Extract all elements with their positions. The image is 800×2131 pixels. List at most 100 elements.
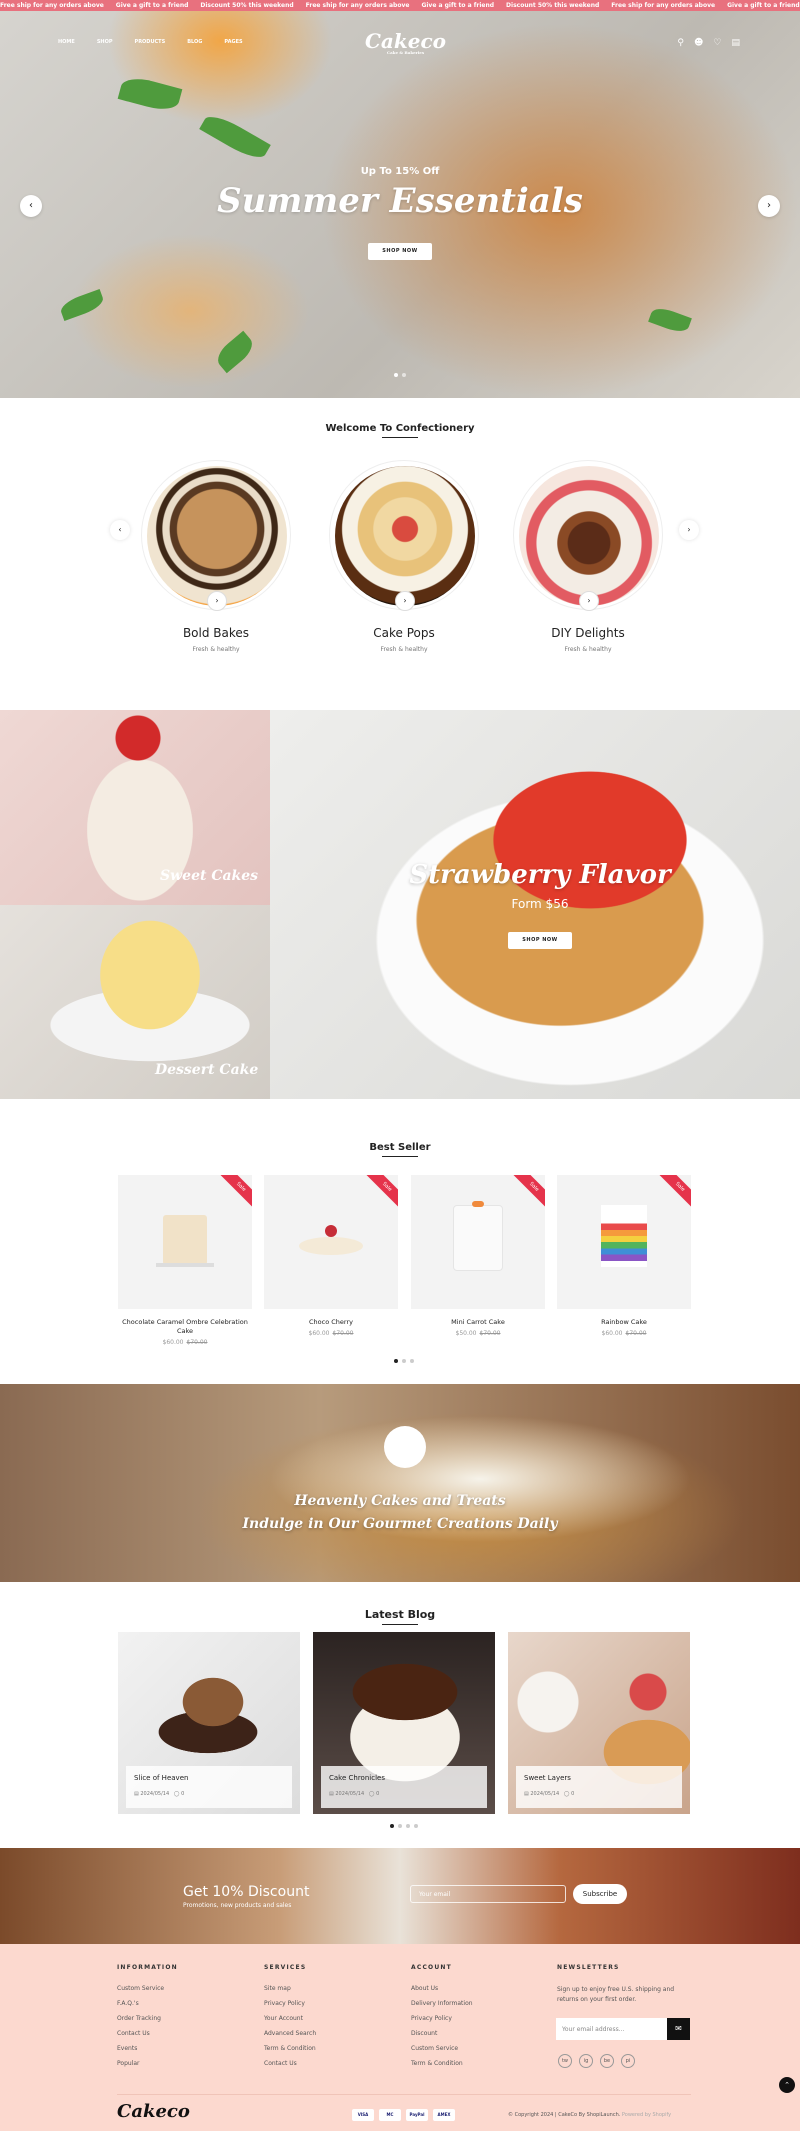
product-name[interactable]: Rainbow Cake <box>557 1318 691 1327</box>
back-to-top-button[interactable]: ⌃ <box>779 2077 795 2093</box>
pagination-dot[interactable] <box>390 1824 394 1828</box>
blog-meta: ▤ 2024/05/14 ◯ 0 <box>134 1791 185 1797</box>
pagination-dot[interactable] <box>410 1359 414 1363</box>
banner-shop-now-button[interactable]: SHOP NOW <box>508 932 572 949</box>
old-price: $70.00 <box>332 1330 354 1337</box>
blog-post-title[interactable]: Cake Chronicles <box>329 1774 479 1782</box>
category-arrow-button[interactable]: › <box>579 591 599 611</box>
category-subtitle: Fresh & healthy <box>380 646 428 653</box>
footer-link[interactable]: Site map <box>264 1985 316 1992</box>
footer-link[interactable]: Your Account <box>264 2015 316 2022</box>
discount-email-input[interactable] <box>410 1885 566 1903</box>
blog-meta: ▤ 2024/05/14 ◯ 0 <box>524 1791 575 1797</box>
footer-link[interactable]: Events <box>117 2045 178 2052</box>
mastercard-icon: MC <box>379 2109 401 2121</box>
product-name[interactable]: Chocolate Caramel Ombre Celebration Cake <box>118 1318 252 1336</box>
footer-link[interactable]: About Us <box>411 1985 473 1992</box>
category-title: DIY Delights <box>551 626 625 640</box>
footer-link[interactable]: Privacy Policy <box>411 2015 473 2022</box>
category-image-ring: › <box>141 460 291 611</box>
footer-link[interactable]: Popular <box>117 2060 178 2067</box>
sale-badge: Sale <box>219 1175 252 1209</box>
blog-card[interactable]: Slice of Heaven ▤ 2024/05/14 ◯ 0 <box>118 1632 300 1814</box>
footer-link[interactable]: Custom Service <box>411 2045 473 2052</box>
search-icon[interactable]: ⚲ <box>677 38 684 48</box>
footer-link[interactable]: F.A.Q.'s <box>117 2000 178 2007</box>
pagination-dot[interactable] <box>398 1824 402 1828</box>
footer-heading: ACCOUNT <box>411 1964 452 1971</box>
product-card[interactable]: Sale Mini Carrot Cake $50.00 $70.00 <box>411 1175 545 1337</box>
pagination-dot[interactable] <box>406 1824 410 1828</box>
category-prev-arrow[interactable]: ‹ <box>110 520 130 540</box>
footer-link[interactable]: Term & Condition <box>264 2045 316 2052</box>
tiramisu-image <box>147 466 287 606</box>
blog-title: Latest Blog <box>0 1608 800 1625</box>
product-price: $60.00 $70.00 <box>557 1330 691 1337</box>
leaf-decor <box>117 73 183 115</box>
pagination-dot[interactable] <box>414 1824 418 1828</box>
category-item[interactable]: › Bold Bakes Fresh & healthy <box>141 460 291 653</box>
behance-icon[interactable]: be <box>600 2054 614 2068</box>
pagination-dot[interactable] <box>394 1359 398 1363</box>
leaf-decor <box>648 304 692 336</box>
footer-link[interactable]: Contact Us <box>264 2060 316 2067</box>
sale-price: $60.00 <box>308 1330 330 1337</box>
footer-link[interactable]: Contact Us <box>117 2030 178 2037</box>
product-card[interactable]: Sale Choco Cherry $60.00 $70.00 <box>264 1175 398 1337</box>
blog-post-title[interactable]: Sweet Layers <box>524 1774 674 1782</box>
twitter-icon[interactable]: tw <box>558 2054 572 2068</box>
product-card[interactable]: Sale Chocolate Caramel Ombre Celebration… <box>118 1175 252 1346</box>
footer-link[interactable]: Discount <box>411 2030 473 2037</box>
wishlist-icon[interactable]: ♡ <box>713 38 721 48</box>
footer-information: INFORMATION Custom Service F.A.Q.'s Orde… <box>117 1964 178 2075</box>
nav-pages[interactable]: PAGES <box>224 39 242 45</box>
footer-subscribe-button[interactable]: ✉ <box>667 2018 690 2040</box>
hero-dot[interactable] <box>402 373 406 377</box>
blog-post-title[interactable]: Slice of Heaven <box>134 1774 284 1782</box>
hero-shop-now-button[interactable]: SHOP NOW <box>368 243 432 260</box>
hero-prev-arrow[interactable]: ‹ <box>20 195 42 217</box>
footer-link[interactable]: Advanced Search <box>264 2030 316 2037</box>
blog-card[interactable]: Cake Chronicles ▤ 2024/05/14 ◯ 0 <box>313 1632 495 1814</box>
arrow-up-icon: ⌃ <box>784 2081 790 2089</box>
product-card[interactable]: Sale Rainbow Cake $60.00 $70.00 <box>557 1175 691 1337</box>
footer-link[interactable]: Order Tracking <box>117 2015 178 2022</box>
nav-products[interactable]: PRODUCTS <box>135 39 166 45</box>
footer-link[interactable]: Custom Service <box>117 1985 178 1992</box>
hero-next-arrow[interactable]: › <box>758 195 780 217</box>
sale-badge: Sale <box>658 1175 691 1209</box>
pagination-dot[interactable] <box>402 1359 406 1363</box>
pinterest-icon[interactable]: pi <box>621 2054 635 2068</box>
banner-sweet-cakes[interactable]: Sweet Cakes <box>0 710 270 905</box>
product-name[interactable]: Mini Carrot Cake <box>411 1318 545 1327</box>
sale-price: $50.00 <box>455 1330 477 1337</box>
nav-blog[interactable]: BLOG <box>187 39 202 45</box>
nav-home[interactable]: HOME <box>58 39 75 45</box>
subscribe-button[interactable]: Subscribe <box>573 1884 627 1904</box>
footer-heading: INFORMATION <box>117 1964 178 1971</box>
product-name[interactable]: Choco Cherry <box>264 1318 398 1327</box>
nav-shop[interactable]: SHOP <box>97 39 113 45</box>
category-next-arrow[interactable]: › <box>679 520 699 540</box>
cart-icon[interactable]: ▤ <box>731 38 740 48</box>
category-arrow-button[interactable]: › <box>207 591 227 611</box>
category-item[interactable]: › DIY Delights Fresh & healthy <box>513 460 663 653</box>
category-image-ring: › <box>329 460 479 611</box>
hero-dot[interactable] <box>394 373 398 377</box>
site-logo[interactable]: Cakeco Cake & Bakeries <box>365 29 446 55</box>
account-icon[interactable]: ☻ <box>694 38 703 48</box>
footer-link[interactable]: Privacy Policy <box>264 2000 316 2007</box>
footer-link[interactable]: Delivery Information <box>411 2000 473 2007</box>
mail-icon: ✉ <box>675 2024 682 2033</box>
hero-subtitle: Up To 15% Off <box>360 166 440 177</box>
banner-dessert-cake[interactable]: Dessert Cake <box>0 905 270 1099</box>
cake-plate <box>156 1263 214 1267</box>
banner-strawberry-flavor[interactable]: Strawberry Flavor Form $56 SHOP NOW <box>270 710 800 1099</box>
arrow-right-icon: › <box>215 596 219 605</box>
blog-card[interactable]: Sweet Layers ▤ 2024/05/14 ◯ 0 <box>508 1632 690 1814</box>
instagram-icon[interactable]: ig <box>579 2054 593 2068</box>
footer-logo[interactable]: Cakeco <box>117 2101 190 2122</box>
category-item[interactable]: › Cake Pops Fresh & healthy <box>329 460 479 653</box>
category-arrow-button[interactable]: › <box>395 591 415 611</box>
footer-link[interactable]: Term & Condition <box>411 2060 473 2067</box>
